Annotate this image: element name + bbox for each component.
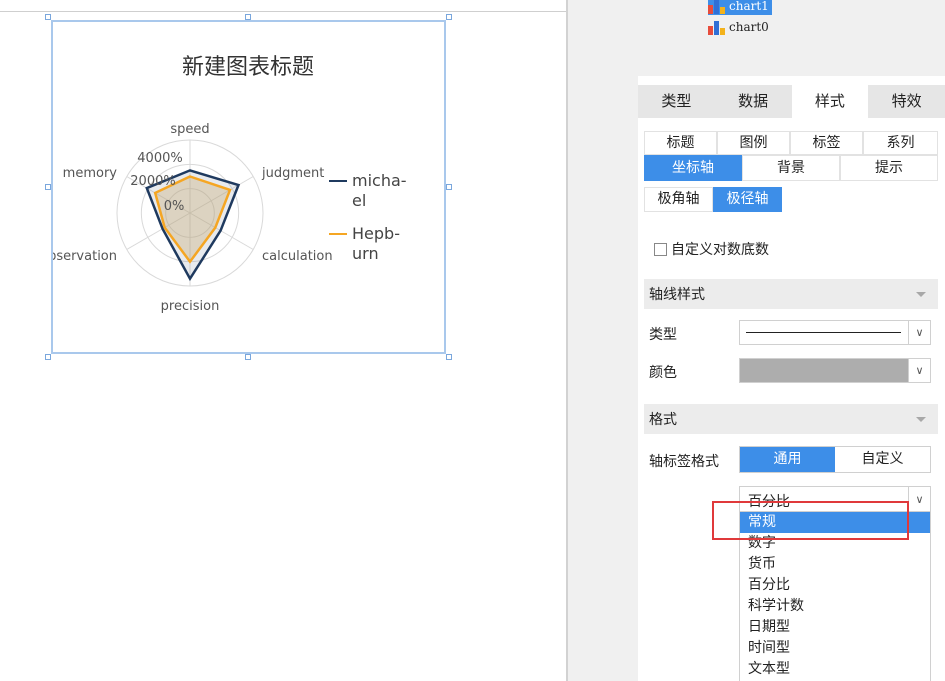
axis-label-judgment: judgment bbox=[261, 166, 324, 181]
axis-label-observation: observation bbox=[40, 249, 117, 264]
dropdown-option-general[interactable]: 常规 bbox=[740, 512, 930, 533]
tick-label-4000: 4000% bbox=[137, 151, 182, 166]
tab-type[interactable]: 类型 bbox=[638, 85, 715, 118]
prop-color-label: 颜色 bbox=[649, 365, 677, 381]
legend: micha- el Hepb- urn bbox=[329, 171, 407, 263]
axis-label-precision: precision bbox=[161, 299, 220, 314]
tree-item-chart1[interactable]: chart1 bbox=[708, 0, 772, 15]
custom-log-base-checkbox[interactable] bbox=[654, 242, 667, 256]
subtab-title[interactable]: 标题 bbox=[644, 131, 717, 155]
chevron-down-icon[interactable]: ∨ bbox=[908, 321, 930, 344]
line-sample bbox=[746, 332, 901, 333]
radar-chart: 新建图表标题 speed judgment calculation precis… bbox=[40, 55, 407, 314]
custom-log-base-label: 自定义对数底数 bbox=[671, 242, 769, 258]
subtab-polar-radius-axis[interactable]: 极径轴 bbox=[713, 187, 782, 212]
subtab-series[interactable]: 系列 bbox=[863, 131, 938, 155]
legend-label-hepburn-2: urn bbox=[352, 244, 379, 263]
number-format-dropdown: 常规 数字 货币 百分比 科学计数 日期型 时间型 文本型 bbox=[739, 512, 931, 681]
panel-gutter bbox=[568, 0, 638, 681]
format-mode-custom[interactable]: 自定义 bbox=[835, 447, 930, 472]
tick-label-0: 0% bbox=[164, 199, 185, 214]
number-format-value: 百分比 bbox=[748, 494, 790, 510]
radar-series-hepburn bbox=[153, 175, 232, 264]
chart-icon bbox=[708, 0, 725, 14]
color-swatch bbox=[740, 359, 908, 382]
tree-item-label: chart0 bbox=[729, 20, 769, 34]
legend-label-michael-2: el bbox=[352, 191, 366, 210]
line-color-select[interactable]: ∨ bbox=[739, 358, 931, 383]
number-format-select[interactable]: 百分比 ∨ bbox=[739, 486, 931, 512]
format-mode-general[interactable]: 通用 bbox=[740, 447, 835, 472]
subtab-background[interactable]: 背景 bbox=[742, 155, 840, 181]
legend-label-hepburn-1: Hepb- bbox=[352, 224, 400, 243]
subtab-axis[interactable]: 坐标轴 bbox=[644, 155, 742, 181]
dropdown-option-percent[interactable]: 百分比 bbox=[740, 575, 930, 596]
dropdown-option-number[interactable]: 数字 bbox=[740, 533, 930, 554]
tab-effects[interactable]: 特效 bbox=[868, 85, 945, 118]
section-axis-line-style[interactable]: 轴线样式 bbox=[644, 279, 938, 309]
design-canvas[interactable]: 新建图表标题 speed judgment calculation precis… bbox=[0, 0, 566, 681]
subtab-label[interactable]: 标签 bbox=[790, 131, 863, 155]
chart-icon bbox=[708, 19, 725, 35]
chart-title: 新建图表标题 bbox=[182, 55, 314, 80]
section-format[interactable]: 格式 bbox=[644, 404, 938, 434]
format-mode-toggle: 通用 自定义 bbox=[739, 446, 931, 473]
legend-label-michael-1: micha- bbox=[352, 171, 407, 190]
subtab-legend[interactable]: 图例 bbox=[717, 131, 790, 155]
dropdown-option-currency[interactable]: 货币 bbox=[740, 554, 930, 575]
dropdown-option-scientific[interactable]: 科学计数 bbox=[740, 596, 930, 617]
subtab-tooltip[interactable]: 提示 bbox=[840, 155, 938, 181]
prop-type-label: 类型 bbox=[649, 327, 677, 343]
collapse-triangle-icon bbox=[916, 416, 926, 422]
section-title: 轴线样式 bbox=[649, 287, 705, 303]
tree-item-chart0[interactable]: chart0 bbox=[708, 18, 769, 36]
tick-label-2000: 2000% bbox=[130, 174, 175, 189]
prop-axis-label-format-label: 轴标签格式 bbox=[649, 454, 719, 470]
style-subtabs-row2: 坐标轴 背景 提示 bbox=[644, 155, 938, 181]
axis-label-calculation: calculation bbox=[262, 249, 333, 264]
axis-label-speed: speed bbox=[170, 122, 209, 137]
chevron-down-icon[interactable]: ∨ bbox=[908, 359, 930, 382]
subtab-polar-angle-axis[interactable]: 极角轴 bbox=[644, 187, 713, 212]
axis-subtabs: 极角轴 极径轴 bbox=[644, 187, 782, 212]
main-tabs: 类型 数据 样式 特效 bbox=[638, 85, 945, 118]
dropdown-option-date[interactable]: 日期型 bbox=[740, 617, 930, 638]
style-subtabs-row1: 标题 图例 标签 系列 bbox=[644, 131, 938, 155]
tab-data[interactable]: 数据 bbox=[715, 85, 792, 118]
dropdown-option-time[interactable]: 时间型 bbox=[740, 638, 930, 659]
custom-log-base-row[interactable]: 自定义对数底数 bbox=[654, 239, 769, 259]
chart-tree: chart1 chart0 bbox=[638, 0, 945, 76]
tree-item-label: chart1 bbox=[729, 0, 769, 13]
axis-label-memory: memory bbox=[63, 166, 118, 181]
tab-style[interactable]: 样式 bbox=[791, 85, 869, 118]
section-title: 格式 bbox=[649, 412, 677, 428]
collapse-triangle-icon bbox=[916, 291, 926, 297]
line-type-select[interactable]: ∨ bbox=[739, 320, 931, 345]
dropdown-option-text[interactable]: 文本型 bbox=[740, 659, 930, 680]
chevron-down-icon[interactable]: ∨ bbox=[908, 487, 930, 511]
